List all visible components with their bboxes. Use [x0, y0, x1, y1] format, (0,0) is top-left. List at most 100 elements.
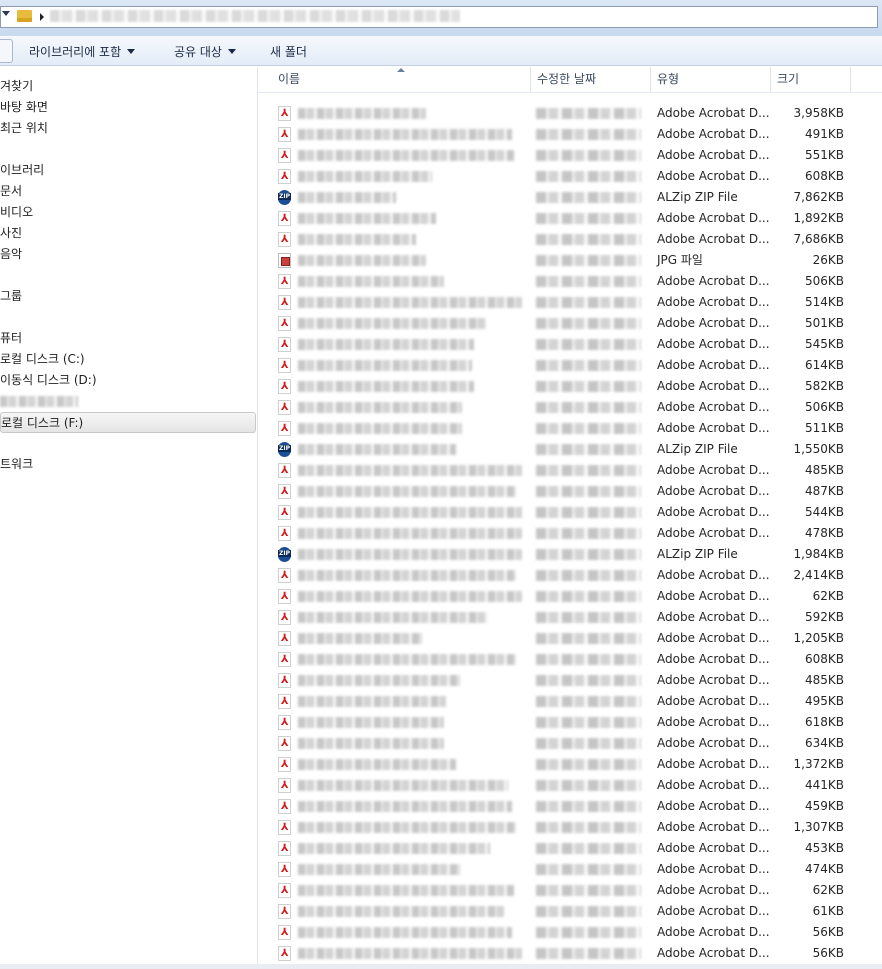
file-row[interactable]: ZIP ALZip ZIP File 7,862KB — [258, 187, 858, 208]
file-type: Adobe Acrobat D... — [657, 757, 770, 771]
file-date-redacted — [536, 780, 641, 791]
file-row[interactable]: ⅄ Adobe Acrobat D... 478KB — [258, 523, 858, 544]
file-type: Adobe Acrobat D... — [657, 778, 770, 792]
file-date-redacted — [536, 192, 641, 203]
file-row[interactable]: ⅄ Adobe Acrobat D... 61KB — [258, 901, 858, 922]
file-row[interactable]: ⅄ Adobe Acrobat D... 474KB — [258, 859, 858, 880]
nav-item-videos[interactable]: 비디오 — [0, 202, 256, 223]
breadcrumb[interactable] — [50, 10, 460, 22]
file-type: Adobe Acrobat D... — [657, 148, 770, 162]
file-row[interactable]: ⅄ Adobe Acrobat D... 614KB — [258, 355, 858, 376]
file-row[interactable]: ⅄ Adobe Acrobat D... 1,307KB — [258, 817, 858, 838]
chevron-right-icon[interactable] — [40, 13, 44, 21]
file-date-redacted — [536, 129, 641, 140]
file-row[interactable]: ⅄ Adobe Acrobat D... 56KB — [258, 922, 858, 943]
pdf-file-icon: ⅄ — [278, 568, 291, 583]
file-row[interactable]: ⅄ Adobe Acrobat D... 608KB — [258, 166, 858, 187]
nav-item-label: 바탕 화면 — [0, 100, 48, 114]
nav-item-libraries[interactable]: 이브러리 — [0, 160, 256, 181]
file-row[interactable]: ⅄ Adobe Acrobat D... 491KB — [258, 124, 858, 145]
file-date-redacted — [536, 360, 641, 371]
file-size: 2,414KB — [793, 568, 844, 582]
file-name-redacted — [298, 381, 474, 392]
file-row[interactable]: ⅄ Adobe Acrobat D... 545KB — [258, 334, 858, 355]
pdf-file-icon: ⅄ — [278, 694, 291, 709]
file-row[interactable]: ⅄ Adobe Acrobat D... 544KB — [258, 502, 858, 523]
file-row[interactable]: ZIP ALZip ZIP File 1,550KB — [258, 439, 858, 460]
file-row[interactable]: ⅄ Adobe Acrobat D... 1,205KB — [258, 628, 858, 649]
file-size: 1,892KB — [793, 211, 844, 225]
file-type: Adobe Acrobat D... — [657, 904, 770, 918]
column-header-type[interactable]: 유형 — [651, 67, 769, 92]
nav-item-label: 그룹 — [0, 289, 23, 303]
file-row[interactable]: ⅄ Adobe Acrobat D... 487KB — [258, 481, 858, 502]
file-row[interactable]: ⅄ Adobe Acrobat D... 506KB — [258, 397, 858, 418]
file-type: Adobe Acrobat D... — [657, 127, 770, 141]
column-divider[interactable] — [850, 67, 851, 92]
nav-item-recent-places[interactable]: 최근 위치 — [0, 118, 256, 139]
file-row[interactable]: ⅄ Adobe Acrobat D... 495KB — [258, 691, 858, 712]
file-date-redacted — [536, 927, 641, 938]
new-folder-button[interactable]: 새 폴더 — [270, 43, 307, 60]
file-row[interactable]: ⅄ Adobe Acrobat D... 1,372KB — [258, 754, 858, 775]
file-row[interactable]: ⅄ Adobe Acrobat D... 514KB — [258, 292, 858, 313]
file-name-redacted — [298, 885, 514, 896]
file-row[interactable]: ⅄ Adobe Acrobat D... 7,686KB — [258, 229, 858, 250]
column-header-date[interactable]: 수정한 날짜 — [531, 67, 649, 92]
file-name-redacted — [298, 822, 516, 833]
file-row[interactable]: ⅄ Adobe Acrobat D... 3,958KB — [258, 103, 858, 124]
nav-item-computer[interactable]: 퓨터 — [0, 328, 256, 349]
file-row[interactable]: ⅄ Adobe Acrobat D... 618KB — [258, 712, 858, 733]
file-row[interactable]: ⅄ Adobe Acrobat D... 62KB — [258, 586, 858, 607]
file-row[interactable]: ZIP ALZip ZIP File 1,984KB — [258, 544, 858, 565]
file-name-redacted — [298, 864, 460, 875]
file-row[interactable]: ⅄ Adobe Acrobat D... 551KB — [258, 145, 858, 166]
nav-item-drive-d[interactable]: 이동식 디스크 (D:) — [0, 370, 256, 391]
nav-item-label: 겨찾기 — [0, 79, 34, 93]
file-row[interactable]: ⅄ Adobe Acrobat D... 62KB — [258, 880, 858, 901]
file-type: Adobe Acrobat D... — [657, 421, 770, 435]
file-name-redacted — [298, 570, 516, 581]
file-date-redacted — [536, 843, 641, 854]
share-with-button[interactable]: 공유 대상 — [174, 43, 236, 60]
nav-item-drive-c[interactable]: 로컬 디스크 (C:) — [0, 349, 256, 370]
chevron-down-icon[interactable] — [2, 11, 10, 16]
nav-item-drive-hidden[interactable] — [0, 391, 256, 412]
pdf-file-icon: ⅄ — [278, 526, 291, 541]
column-header-size[interactable]: 크기 — [771, 67, 850, 92]
nav-item-network[interactable]: 트워크 — [0, 454, 256, 475]
file-row[interactable]: ⅄ Adobe Acrobat D... 582KB — [258, 376, 858, 397]
nav-item-drive-f[interactable]: 로컬 디스크 (F:) — [0, 412, 256, 433]
file-row[interactable]: ⅄ Adobe Acrobat D... 506KB — [258, 271, 858, 292]
file-row[interactable]: ⅄ Adobe Acrobat D... 459KB — [258, 796, 858, 817]
organize-button[interactable] — [0, 39, 13, 63]
file-row[interactable]: ⅄ Adobe Acrobat D... 592KB — [258, 607, 858, 628]
file-row[interactable]: ⅄ Adobe Acrobat D... 485KB — [258, 460, 858, 481]
file-row[interactable]: ⅄ Adobe Acrobat D... 608KB — [258, 649, 858, 670]
file-row[interactable]: ⅄ Adobe Acrobat D... 511KB — [258, 418, 858, 439]
file-row[interactable]: ⅄ Adobe Acrobat D... 634KB — [258, 733, 858, 754]
file-row[interactable]: ⅄ Adobe Acrobat D... 453KB — [258, 838, 858, 859]
file-row[interactable]: ⅄ Adobe Acrobat D... 501KB — [258, 313, 858, 334]
file-size: 474KB — [804, 862, 844, 876]
nav-item-homegroup[interactable]: 그룹 — [0, 286, 256, 307]
file-size: 551KB — [804, 148, 844, 162]
chevron-down-icon — [127, 49, 136, 54]
file-row[interactable]: ⅄ Adobe Acrobat D... 1,892KB — [258, 208, 858, 229]
nav-item-favorites[interactable]: 겨찾기 — [0, 76, 256, 97]
nav-item-documents[interactable]: 문서 — [0, 181, 256, 202]
file-row[interactable]: JPG 파일 26KB — [258, 250, 858, 271]
file-date-redacted — [536, 297, 641, 308]
pdf-file-icon: ⅄ — [278, 127, 291, 142]
file-date-redacted — [536, 150, 641, 161]
file-row[interactable]: ⅄ Adobe Acrobat D... 56KB — [258, 943, 858, 964]
file-row[interactable]: ⅄ Adobe Acrobat D... 441KB — [258, 775, 858, 796]
pdf-file-icon: ⅄ — [278, 610, 291, 625]
file-row[interactable]: ⅄ Adobe Acrobat D... 485KB — [258, 670, 858, 691]
nav-item-music[interactable]: 음악 — [0, 244, 256, 265]
include-in-library-button[interactable]: 라이브러리에 포함 — [29, 43, 136, 60]
nav-item-desktop[interactable]: 바탕 화면 — [0, 97, 256, 118]
nav-item-pictures[interactable]: 사진 — [0, 223, 256, 244]
file-type: Adobe Acrobat D... — [657, 694, 770, 708]
file-row[interactable]: ⅄ Adobe Acrobat D... 2,414KB — [258, 565, 858, 586]
